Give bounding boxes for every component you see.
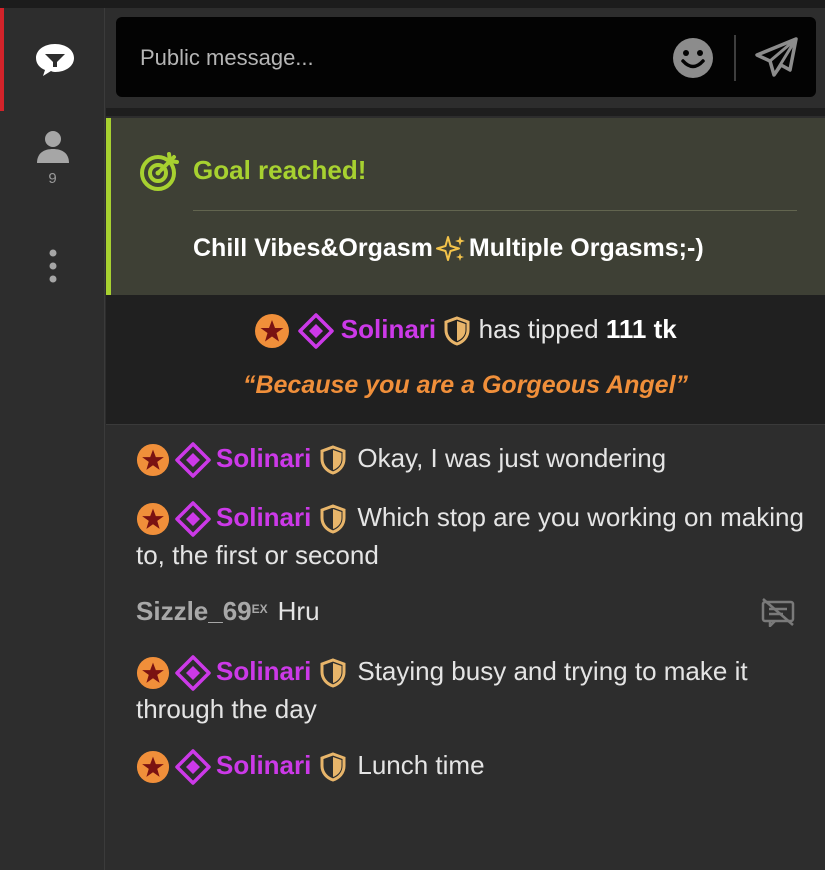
- public-message-input[interactable]: [138, 41, 642, 75]
- emoji-button[interactable]: [672, 37, 714, 79]
- shield-badge-icon: [444, 316, 470, 346]
- tip-message: “Because you are a Gorgeous Angel”: [242, 371, 689, 399]
- tip-username[interactable]: Solinari: [341, 314, 436, 344]
- diamond-badge-icon: [175, 749, 211, 785]
- goal-description-part2: Multiple Orgasms;-): [468, 234, 704, 262]
- smiley-icon: [673, 38, 713, 78]
- message-composer: [116, 17, 816, 97]
- user-icon: [36, 131, 69, 163]
- send-button[interactable]: [754, 37, 800, 79]
- message-text: Okay, I was just wondering: [357, 443, 667, 473]
- composer-separator: [106, 108, 825, 116]
- hide-message-icon: [761, 598, 795, 628]
- tip-notice: Solinari has tipped 111 tk “Because you …: [106, 295, 825, 425]
- chat-bubble-icon: [35, 43, 74, 76]
- sidebar: 9: [0, 8, 105, 870]
- chat-message: Sizzle_69EX Hru: [136, 593, 806, 630]
- shield-badge-icon: [320, 504, 346, 534]
- user-count: 9: [48, 170, 57, 187]
- star-badge-icon: [136, 503, 170, 536]
- diamond-badge-icon: [175, 501, 211, 537]
- diamond-badge-icon: [297, 313, 334, 349]
- tip-line: Solinari has tipped 111 tk: [106, 313, 825, 349]
- diamond-badge-icon: [175, 442, 211, 478]
- message-text: Lunch time: [357, 750, 485, 780]
- tip-text: has tipped: [478, 313, 599, 344]
- goal-title: Goal reached!: [193, 155, 367, 185]
- more-vertical-icon: [49, 249, 56, 283]
- hide-message-button[interactable]: [761, 597, 795, 628]
- message-username[interactable]: Sizzle_69: [136, 596, 252, 626]
- goal-divider: [193, 210, 797, 211]
- shield-badge-icon: [320, 752, 346, 782]
- user-suffix-badge: EX: [251, 602, 268, 616]
- chat-message: Solinari Okay, I was just wondering: [136, 440, 806, 478]
- paper-plane-icon: [755, 37, 798, 77]
- message-username[interactable]: Solinari: [216, 656, 311, 686]
- chat-panel: Goal reached! Chill Vibes&Orgasm Multipl…: [106, 8, 825, 870]
- shield-badge-icon: [320, 658, 346, 688]
- diamond-badge-icon: [175, 655, 211, 691]
- chat-message: Solinari Staying busy and trying to make…: [136, 653, 806, 728]
- message-username[interactable]: Solinari: [216, 443, 311, 473]
- goal-notice: Goal reached! Chill Vibes&Orgasm Multipl…: [106, 118, 825, 295]
- goal-description: Chill Vibes&Orgasm Multiple Orgasms;-): [193, 234, 704, 264]
- star-badge-icon: [136, 657, 170, 690]
- tip-amount: 111 tk: [605, 313, 677, 344]
- target-icon: [140, 152, 179, 191]
- message-username[interactable]: Solinari: [216, 750, 311, 780]
- shield-badge-icon: [320, 445, 346, 475]
- more-options-button[interactable]: [0, 248, 105, 288]
- star-badge-icon: [136, 444, 170, 477]
- chat-message: Solinari Lunch time: [136, 747, 806, 785]
- sidebar-item-chat[interactable]: [0, 8, 105, 111]
- star-badge-icon: [136, 751, 170, 784]
- sparkles-icon: [435, 236, 465, 262]
- chat-message: Solinari Which stop are you working on m…: [136, 499, 806, 574]
- composer-area: [106, 8, 825, 108]
- top-bar: [0, 0, 825, 8]
- star-badge-icon: [255, 314, 290, 348]
- composer-divider: [734, 35, 736, 81]
- sidebar-item-users[interactable]: 9: [0, 130, 105, 200]
- message-text: Hru: [277, 596, 320, 626]
- message-username[interactable]: Solinari: [216, 502, 311, 532]
- goal-description-part1: Chill Vibes&Orgasm: [193, 234, 433, 262]
